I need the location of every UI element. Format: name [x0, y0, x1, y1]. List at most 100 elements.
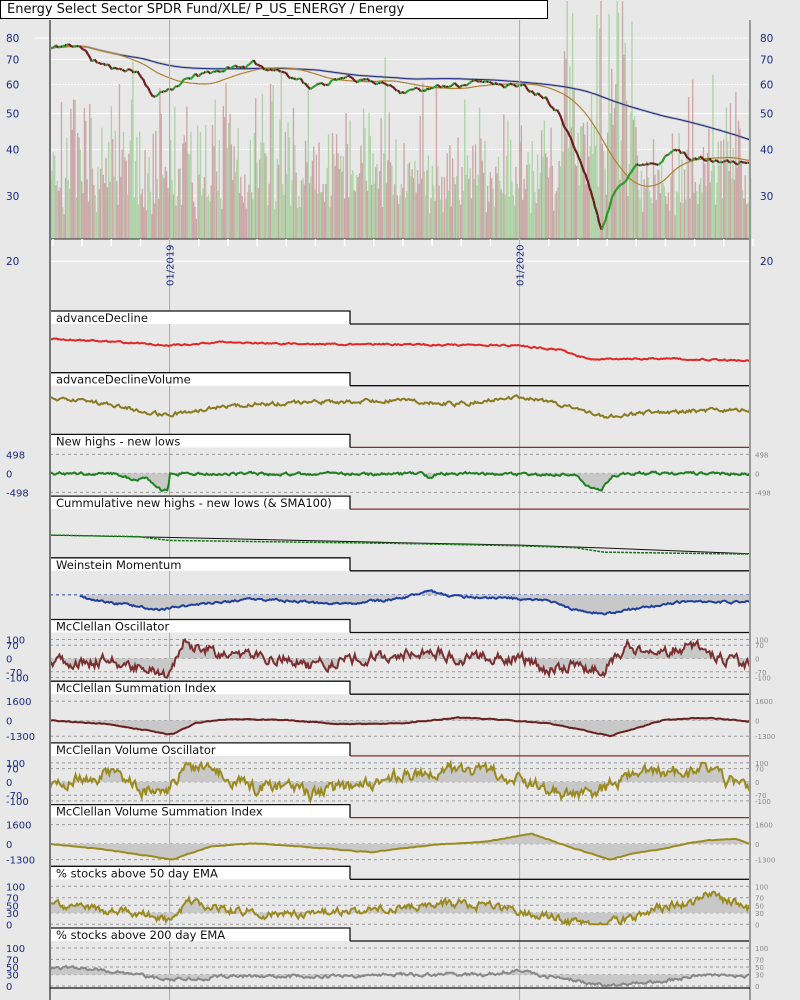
- price-candle: [389, 83, 393, 87]
- price-candle: [706, 158, 709, 162]
- volume-bar: [72, 99, 75, 239]
- volume-bar: [613, 108, 616, 239]
- panel-tick-left: 0: [6, 840, 12, 851]
- price-candle: [177, 84, 181, 88]
- volume-bar: [420, 178, 423, 239]
- volume-bar: [408, 162, 411, 239]
- price-candle: [523, 84, 528, 88]
- volume-bar: [439, 199, 442, 239]
- volume-bar: [122, 132, 125, 239]
- price-candle: [587, 181, 591, 189]
- price-candle: [660, 160, 663, 164]
- volume-bar: [365, 180, 367, 239]
- price-candle: [307, 85, 310, 89]
- volume-bar: [600, 1, 602, 239]
- price-candle: [622, 181, 626, 185]
- volume-bar: [716, 182, 718, 239]
- volume-bar: [133, 197, 135, 239]
- price-candle: [479, 79, 483, 83]
- volume-bar: [117, 204, 119, 239]
- panel-tick-left: 0: [6, 778, 12, 789]
- panel-title: % stocks above 200 day EMA: [56, 928, 225, 942]
- price-candle: [472, 79, 476, 82]
- volume-bar: [58, 190, 60, 239]
- volume-bar: [62, 207, 64, 239]
- price-candle: [680, 151, 684, 155]
- panel-title: advanceDeclineVolume: [56, 373, 191, 387]
- volume-bar: [333, 154, 335, 239]
- panel-tick-left: -100: [6, 674, 29, 685]
- panel-tick-left: 0: [6, 469, 12, 480]
- volume-bar: [671, 133, 674, 239]
- price-candle: [321, 82, 325, 86]
- volume-bar: [743, 198, 745, 239]
- volume-bar: [272, 84, 274, 239]
- volume-bar: [396, 195, 398, 239]
- volume-bar: [136, 136, 138, 239]
- price-candle: [352, 78, 356, 82]
- price-candle: [560, 117, 564, 123]
- volume-bar: [415, 192, 417, 239]
- volume-bar: [402, 187, 404, 239]
- volume-bar: [486, 185, 489, 239]
- panel-title: New highs - new lows: [56, 434, 180, 448]
- volume-bar: [505, 155, 508, 239]
- volume-bar: [642, 211, 644, 239]
- price-candle: [636, 163, 639, 166]
- volume-bar: [547, 177, 550, 239]
- price-candle: [341, 76, 345, 80]
- price-candle: [623, 180, 627, 183]
- volume-bar: [526, 165, 528, 239]
- volume-bar: [499, 180, 501, 239]
- price-candle: [229, 66, 233, 70]
- volume-bar: [176, 195, 179, 239]
- volume-bar: [523, 178, 525, 239]
- price-candle: [710, 159, 713, 163]
- price-candle: [548, 103, 552, 107]
- volume-bar: [236, 159, 238, 239]
- volume-bar: [644, 188, 647, 239]
- price-candle: [313, 84, 317, 88]
- volume-bar: [379, 170, 381, 239]
- price-candle: [277, 69, 280, 72]
- price-candle: [568, 134, 572, 139]
- volume-bar: [476, 185, 478, 239]
- volume-bar: [264, 153, 266, 239]
- volume-bar: [488, 201, 490, 239]
- volume-bar: [474, 144, 477, 239]
- volume-bar: [679, 202, 682, 239]
- volume-bar: [60, 102, 63, 239]
- volume-bar: [667, 192, 670, 239]
- volume-bar: [369, 135, 372, 239]
- volume-bar: [221, 208, 223, 239]
- price-candle: [557, 111, 561, 116]
- volume-bar: [339, 155, 342, 239]
- volume-bar: [246, 191, 249, 239]
- price-candle: [497, 83, 500, 86]
- price-candle: [242, 65, 246, 69]
- panel-tick-right: 70: [755, 766, 764, 774]
- volume-bar: [512, 195, 514, 239]
- volume-bar: [120, 176, 122, 239]
- volume-bar: [228, 123, 230, 239]
- volume-bar: [562, 152, 564, 239]
- panel-tick-left: 0: [6, 717, 12, 728]
- price-candle: [562, 125, 567, 130]
- volume-bar: [500, 189, 502, 239]
- price-candle: [579, 160, 583, 165]
- volume-bar: [85, 120, 87, 239]
- price-candle: [83, 48, 86, 52]
- volume-bar: [268, 183, 270, 239]
- volume-bar: [295, 172, 297, 239]
- volume-bar: [304, 140, 307, 239]
- volume-bar: [291, 180, 293, 239]
- volume-bar: [535, 203, 537, 239]
- volume-bar: [433, 185, 435, 239]
- price-candle: [104, 63, 108, 67]
- volume-bar: [375, 167, 377, 239]
- volume-bar: [675, 191, 678, 239]
- volume-bar: [287, 122, 289, 239]
- volume-bar: [87, 201, 90, 239]
- price-candle: [653, 162, 657, 166]
- volume-bar: [255, 98, 257, 239]
